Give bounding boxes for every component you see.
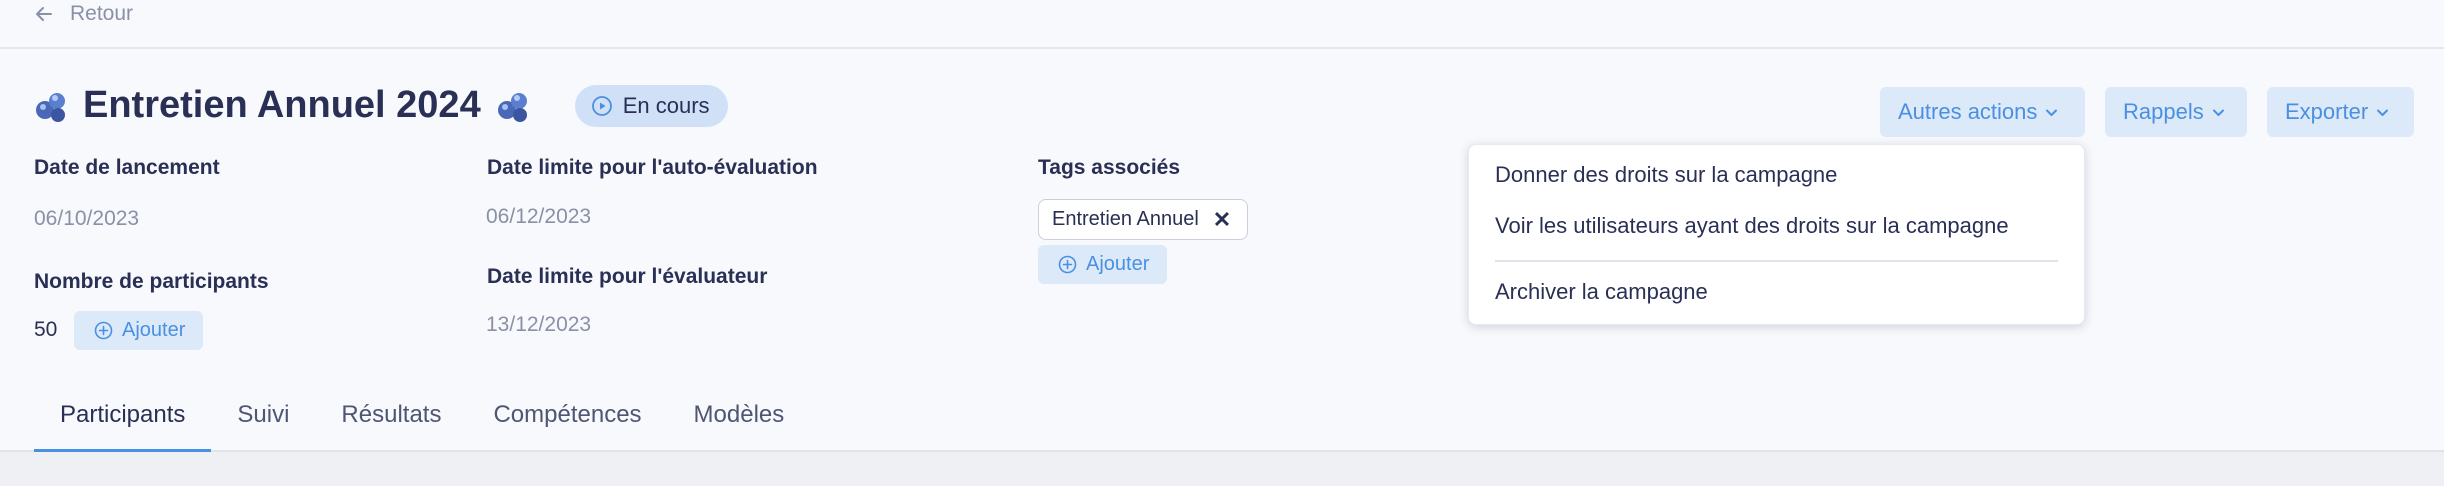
chevron-down-icon — [2377, 109, 2389, 116]
plus-circle-icon — [94, 321, 113, 340]
menu-item-grant-rights[interactable]: Donner des droits sur la campagne — [1495, 162, 1837, 188]
status-badge: En cours — [574, 84, 728, 127]
tab-resultats[interactable]: Résultats — [315, 383, 467, 452]
tab-suivi[interactable]: Suivi — [211, 383, 315, 452]
top-bar: Retour — [0, 0, 2444, 49]
page-title-group: Entretien Annuel 2024 — [33, 84, 531, 127]
other-actions-button[interactable]: Autres actions — [1880, 87, 2085, 137]
chevron-down-icon — [2046, 109, 2058, 116]
page-title: Entretien Annuel 2024 — [83, 84, 481, 126]
menu-item-archive-campaign[interactable]: Archiver la campagne — [1495, 279, 1708, 305]
status-label: En cours — [622, 92, 710, 118]
tag-chip: Entretien Annuel ✕ — [1038, 199, 1249, 240]
tab-modeles[interactable]: Modèles — [668, 383, 811, 452]
launch-date-label: Date de lancement — [34, 156, 220, 179]
molecule-icon — [36, 92, 65, 122]
add-participant-button[interactable]: Ajouter — [74, 311, 204, 350]
other-actions-label: Autres actions — [1898, 99, 2038, 124]
launch-date-value: 06/10/2023 — [34, 207, 140, 230]
content-area — [0, 452, 2444, 486]
tab-competences[interactable]: Compétences — [467, 383, 667, 452]
other-actions-dropdown-menu: Donner des droits sur la campagne Voir l… — [1468, 144, 2085, 325]
reminders-button[interactable]: Rappels — [2105, 87, 2247, 137]
back-link[interactable]: Retour — [34, 2, 133, 26]
molecule-icon — [497, 92, 527, 122]
add-tag-button[interactable]: Ajouter — [1038, 245, 1168, 284]
chevron-down-icon — [2212, 109, 2224, 116]
close-icon[interactable]: ✕ — [1213, 207, 1231, 233]
evaluator-deadline-value: 13/12/2023 — [486, 313, 592, 336]
add-tag-label: Ajouter — [1086, 253, 1150, 275]
evaluator-deadline-label: Date limite pour l'évaluateur — [487, 265, 768, 288]
plus-circle-icon — [1058, 255, 1077, 274]
participants-count-value: 50 — [34, 318, 58, 341]
title-row: Entretien Annuel 2024 En cours — [33, 84, 728, 127]
export-label: Exporter — [2285, 99, 2369, 124]
participants-count-label: Nombre de participants — [34, 270, 269, 293]
self-eval-deadline-value: 06/12/2023 — [486, 205, 592, 228]
back-label: Retour — [70, 2, 134, 25]
tag-label: Entretien Annuel — [1052, 208, 1199, 230]
tab-participants[interactable]: Participants — [34, 383, 212, 452]
play-circle-icon — [591, 95, 612, 116]
menu-item-view-users-with-rights[interactable]: Voir les utilisateurs ayant des droits s… — [1495, 213, 2009, 239]
add-participant-label: Ajouter — [122, 319, 186, 341]
export-button[interactable]: Exporter — [2267, 87, 2414, 137]
reminders-label: Rappels — [2123, 99, 2204, 124]
tags-label: Tags associés — [1038, 156, 1181, 179]
self-eval-deadline-label: Date limite pour l'auto-évaluation — [487, 156, 818, 179]
tab-bar: Participants Suivi Résultats Compétences… — [34, 383, 810, 452]
arrow-left-icon — [36, 7, 52, 21]
menu-divider — [1495, 260, 2058, 262]
